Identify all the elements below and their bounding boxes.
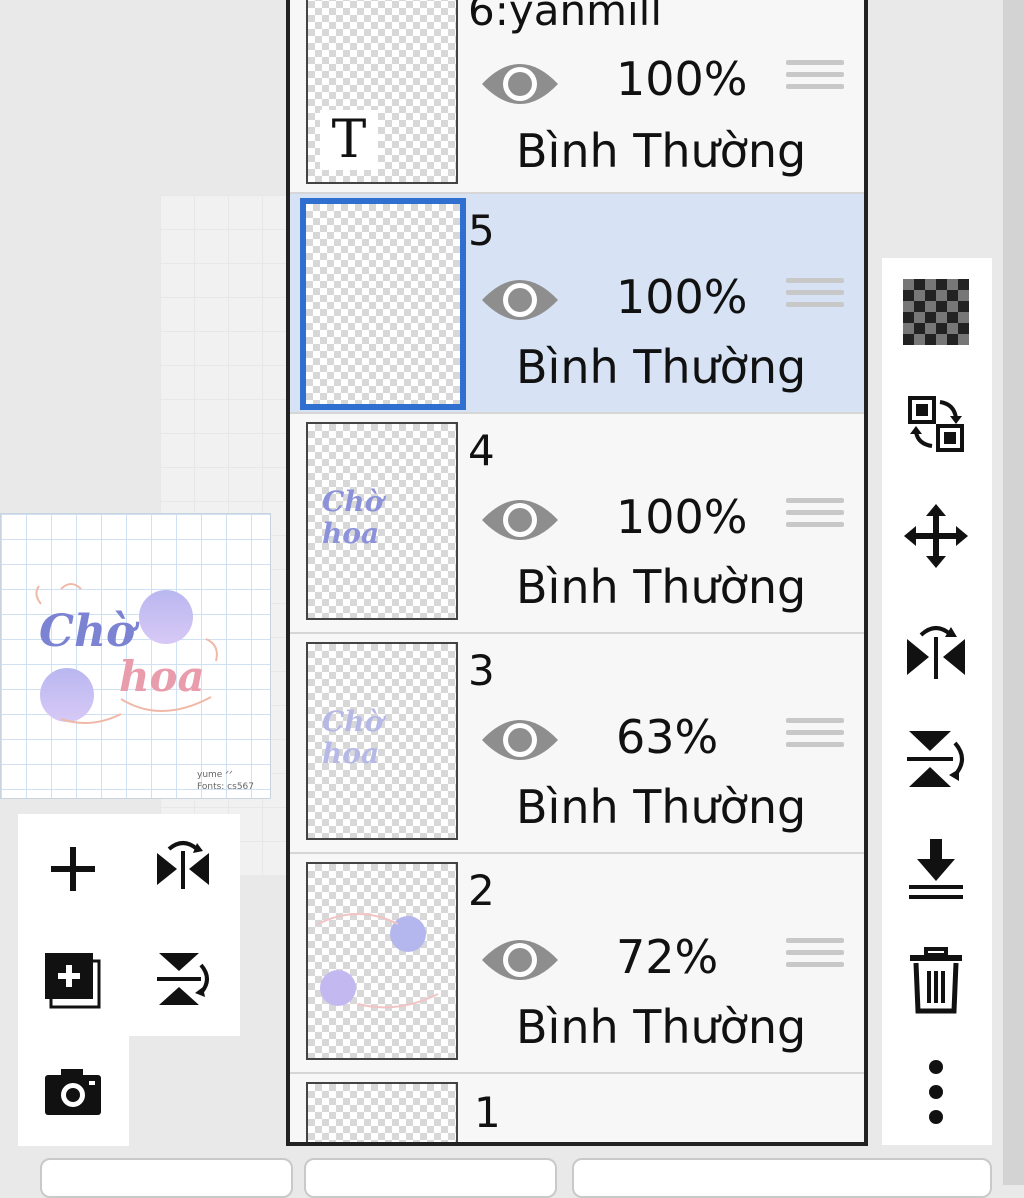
- add-layer-icon: [51, 847, 95, 891]
- layer-row-4[interactable]: Chờ hoa 4 100% Bình Thường: [290, 414, 864, 634]
- flip-horizontal-button-left[interactable]: [148, 834, 218, 904]
- layer-blend-mode[interactable]: Bình Thường: [516, 564, 806, 610]
- flip-horizontal-icon: [907, 626, 965, 679]
- move-icon: [904, 504, 968, 568]
- flip-horizontal-button[interactable]: [896, 610, 976, 690]
- layer-thumbnail: [306, 862, 458, 1060]
- layer-row-6[interactable]: T 6:yànmill 100% Bình Thường: [290, 0, 864, 194]
- add-layer-button[interactable]: [38, 834, 108, 904]
- layer-row-5[interactable]: 5 100% Bình Thường: [290, 194, 864, 414]
- layer-opacity[interactable]: 100%: [616, 56, 748, 102]
- layer-blend-mode[interactable]: Bình Thường: [516, 1004, 806, 1050]
- layer-name: 1: [474, 1088, 501, 1137]
- preview-watermark-1: yume ᐟᐟ: [197, 770, 233, 780]
- bottom-button-3[interactable]: [572, 1158, 992, 1198]
- drag-handle-icon[interactable]: [786, 938, 844, 984]
- layer-name: 2: [468, 866, 495, 915]
- text-layer-glyph: T: [320, 110, 378, 170]
- layer-thumbnail: [306, 1082, 458, 1142]
- preview-orb-top: [139, 590, 193, 644]
- layer-blend-mode[interactable]: Bình Thường: [516, 128, 806, 174]
- more-options-button[interactable]: [896, 1052, 976, 1132]
- drag-handle-icon[interactable]: [786, 278, 844, 324]
- visibility-eye-icon[interactable]: [480, 712, 560, 768]
- layers-panel: T 6:yànmill 100% Bình Thường 5 100% Bình…: [286, 0, 868, 1146]
- preview-title-line1: Chờ: [39, 606, 136, 657]
- thumbnail-artwork-text: Chờ hoa: [322, 485, 384, 550]
- layer-opacity[interactable]: 100%: [616, 274, 748, 320]
- flip-vertical-icon: [907, 731, 964, 787]
- drag-handle-icon[interactable]: [786, 60, 844, 106]
- layer-opacity[interactable]: 72%: [616, 934, 718, 980]
- transparency-checker-icon: [903, 279, 969, 345]
- thumbnail-orbs: [317, 913, 439, 1009]
- layer-name: 4: [468, 426, 495, 475]
- layer-blend-mode[interactable]: Bình Thường: [516, 344, 806, 390]
- bottom-button-2[interactable]: [304, 1158, 557, 1198]
- drag-handle-icon[interactable]: [786, 718, 844, 764]
- camera-icon: [45, 1069, 101, 1115]
- layer-opacity[interactable]: 63%: [616, 714, 718, 760]
- more-vertical-icon: [929, 1060, 943, 1124]
- drag-handle-icon[interactable]: [786, 498, 844, 544]
- add-image-layer-icon: [45, 953, 101, 1009]
- delete-layer-button[interactable]: [896, 942, 976, 1022]
- bottom-button-1[interactable]: [40, 1158, 293, 1198]
- layer-thumbnail: Chờ hoa: [306, 422, 458, 620]
- layer-opacity[interactable]: 100%: [616, 494, 748, 540]
- visibility-eye-icon[interactable]: [480, 492, 560, 548]
- camera-button[interactable]: [38, 1056, 108, 1126]
- preview-watermark-2: Fonts: cs567: [197, 782, 254, 792]
- visibility-eye-icon[interactable]: [480, 272, 560, 328]
- layer-thumbnail-selected: [300, 198, 466, 410]
- layer-name: 6:yànmill: [468, 0, 663, 35]
- transparency-button[interactable]: [896, 272, 976, 352]
- layer-row-1[interactable]: 1: [290, 1074, 864, 1142]
- layer-thumbnail: T: [306, 0, 458, 184]
- swap-layers-icon: [908, 396, 964, 452]
- flip-vertical-icon: [157, 953, 209, 1005]
- layer-thumbnail: Chờ hoa: [306, 642, 458, 840]
- canvas-preview[interactable]: Chờ hoa yume ᐟᐟ Fonts: cs567: [0, 513, 271, 799]
- move-button[interactable]: [896, 496, 976, 576]
- layer-row-3[interactable]: Chờ hoa 3 63% Bình Thường: [290, 634, 864, 854]
- flip-horizontal-icon: [157, 841, 209, 889]
- preview-title-line2: hoa: [119, 652, 205, 701]
- layer-name: 3: [468, 646, 495, 695]
- merge-down-button[interactable]: [896, 830, 976, 910]
- merge-down-icon: [909, 839, 963, 899]
- visibility-eye-icon[interactable]: [480, 932, 560, 988]
- layer-name: 5: [468, 206, 495, 255]
- right-edge-scroll-area: [1003, 0, 1024, 1185]
- flip-vertical-button[interactable]: [896, 718, 976, 798]
- layer-blend-mode[interactable]: Bình Thường: [516, 784, 806, 830]
- trash-icon: [910, 947, 962, 1014]
- flip-vertical-button-left[interactable]: [148, 944, 218, 1014]
- thumbnail-artwork-text: Chờ hoa: [322, 705, 384, 770]
- add-image-layer-button[interactable]: [38, 944, 108, 1014]
- visibility-eye-icon[interactable]: [480, 56, 560, 112]
- layer-tools-sidebar: [882, 258, 992, 1145]
- preview-orb-bottom: [40, 668, 94, 722]
- layer-row-2[interactable]: 2 72% Bình Thường: [290, 854, 864, 1074]
- swap-layers-button[interactable]: [896, 384, 976, 464]
